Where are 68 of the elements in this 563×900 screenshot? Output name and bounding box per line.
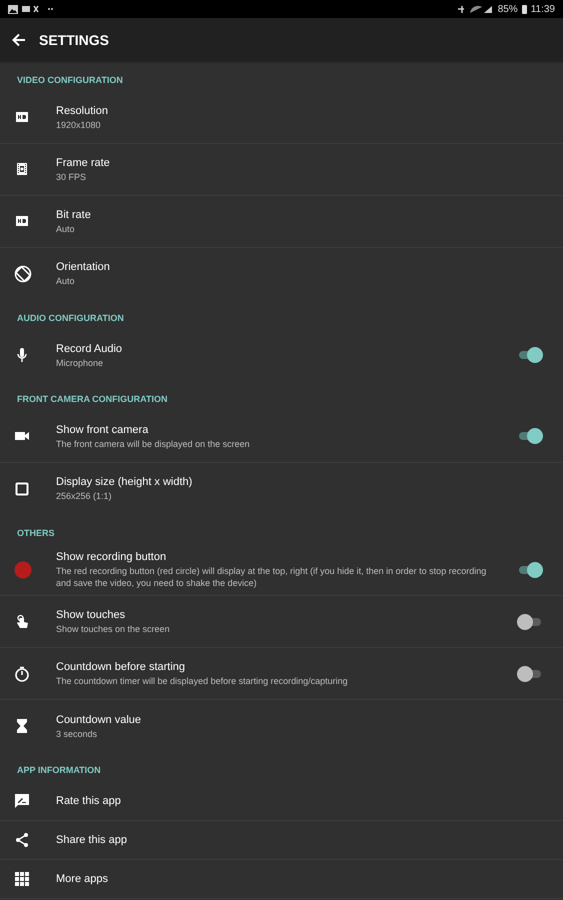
settings-item[interactable]: Bit rate Auto (0, 196, 563, 248)
toggle-switch[interactable] (517, 666, 543, 682)
settings-item[interactable]: Rate this app (0, 782, 563, 820)
item-summary: Auto (56, 275, 76, 287)
settings-item[interactable]: Record Audio Microphone (0, 329, 563, 381)
toggle-switch[interactable] (517, 562, 543, 578)
page-title: SETTINGS (39, 30, 110, 50)
section-header: OTHERS (16, 526, 56, 540)
item-title: Record Audio (56, 342, 124, 356)
hand-pointer-icon (14, 614, 30, 630)
item-title: Resolution (56, 104, 109, 118)
item-title: Countdown before starting (56, 660, 186, 674)
item-title: Show front camera (56, 422, 150, 436)
item-title: Countdown value (56, 712, 142, 726)
record-dot-icon (14, 560, 32, 578)
settings-item[interactable]: Orientation Auto (0, 248, 563, 300)
toggle-switch[interactable] (517, 347, 543, 363)
item-summary: The red recording button (red circle) will display at the top, right (if you hide it, then in order to stop recording and save the video, you need to shake the device) (56, 565, 488, 589)
item-summary: Microphone (56, 356, 104, 368)
clock: 11:39 (530, 2, 555, 16)
settings-item[interactable]: Display size (height x width) 256x256 (1:1) (0, 462, 563, 514)
square-icon (14, 480, 30, 496)
settings-item[interactable]: More apps (0, 860, 563, 898)
item-summary: The front camera will be displayed on the screen (56, 438, 251, 450)
toggle-switch[interactable] (517, 428, 543, 444)
settings-item[interactable]: Countdown before starting The countdown timer will be displayed before starting recording/capturing (0, 648, 563, 700)
section-header: APP INFORMATION (16, 764, 102, 777)
item-title: More apps (56, 872, 109, 886)
item-title: Show touches (56, 608, 126, 622)
item-summary: 30 FPS (56, 170, 88, 182)
film-icon (14, 161, 30, 177)
battery-level: 85% (498, 2, 518, 16)
item-title: Display size (height x width) (56, 475, 194, 489)
settings-item[interactable]: Show recording button The red recording button (red circle) will display at the top, right (if you hide it, then in order to stop recording and save the video, you need to shake the device) (0, 544, 563, 596)
toggle-switch[interactable] (517, 614, 543, 630)
section-header: FRONT CAMERA CONFIGURATION (16, 393, 168, 406)
item-summary: 1920x1080 (56, 118, 102, 130)
item-title: Show recording button (56, 550, 168, 564)
settings-item[interactable]: Frame rate 30 FPS (0, 144, 563, 196)
hd-icon (14, 109, 30, 125)
stopwatch-icon (14, 666, 30, 682)
item-summary: 256x256 (1:1) (56, 490, 113, 502)
image-icon (8, 4, 18, 14)
grid-icon (14, 870, 30, 886)
item-summary: The countdown timer will be displayed before starting recording/capturing (56, 675, 349, 687)
back-arrow-icon[interactable] (12, 33, 26, 47)
item-title: Bit rate (56, 208, 92, 222)
section-header: VIDEO CONFIGURATION (16, 74, 124, 87)
item-summary: Auto (56, 222, 76, 234)
item-title: Rate this app (56, 794, 122, 808)
section-header: AUDIO CONFIGURATION (16, 312, 125, 324)
hourglass-icon (14, 718, 30, 734)
item-title: Orientation (56, 260, 111, 274)
battery-icon (522, 4, 527, 14)
feedback-icon (14, 792, 30, 808)
item-summary: 3 seconds (56, 728, 98, 740)
settings-item[interactable]: Resolution 1920x1080 (0, 92, 563, 144)
settings-item[interactable]: Share this app (0, 820, 563, 860)
settings-item[interactable]: Show front camera The front camera will be displayed on the screen (0, 410, 563, 462)
settings-item[interactable]: Show touches Show touches on the screen (0, 596, 563, 648)
item-title: Frame rate (56, 156, 111, 170)
share-icon (14, 832, 30, 848)
settings-item[interactable]: Countdown value 3 seconds (0, 700, 563, 752)
item-title: Share this app (56, 832, 128, 846)
rotate-icon (14, 264, 32, 282)
signal-icon (458, 4, 494, 14)
item-summary: Show touches on the screen (56, 623, 171, 635)
hd-icon (14, 213, 30, 229)
